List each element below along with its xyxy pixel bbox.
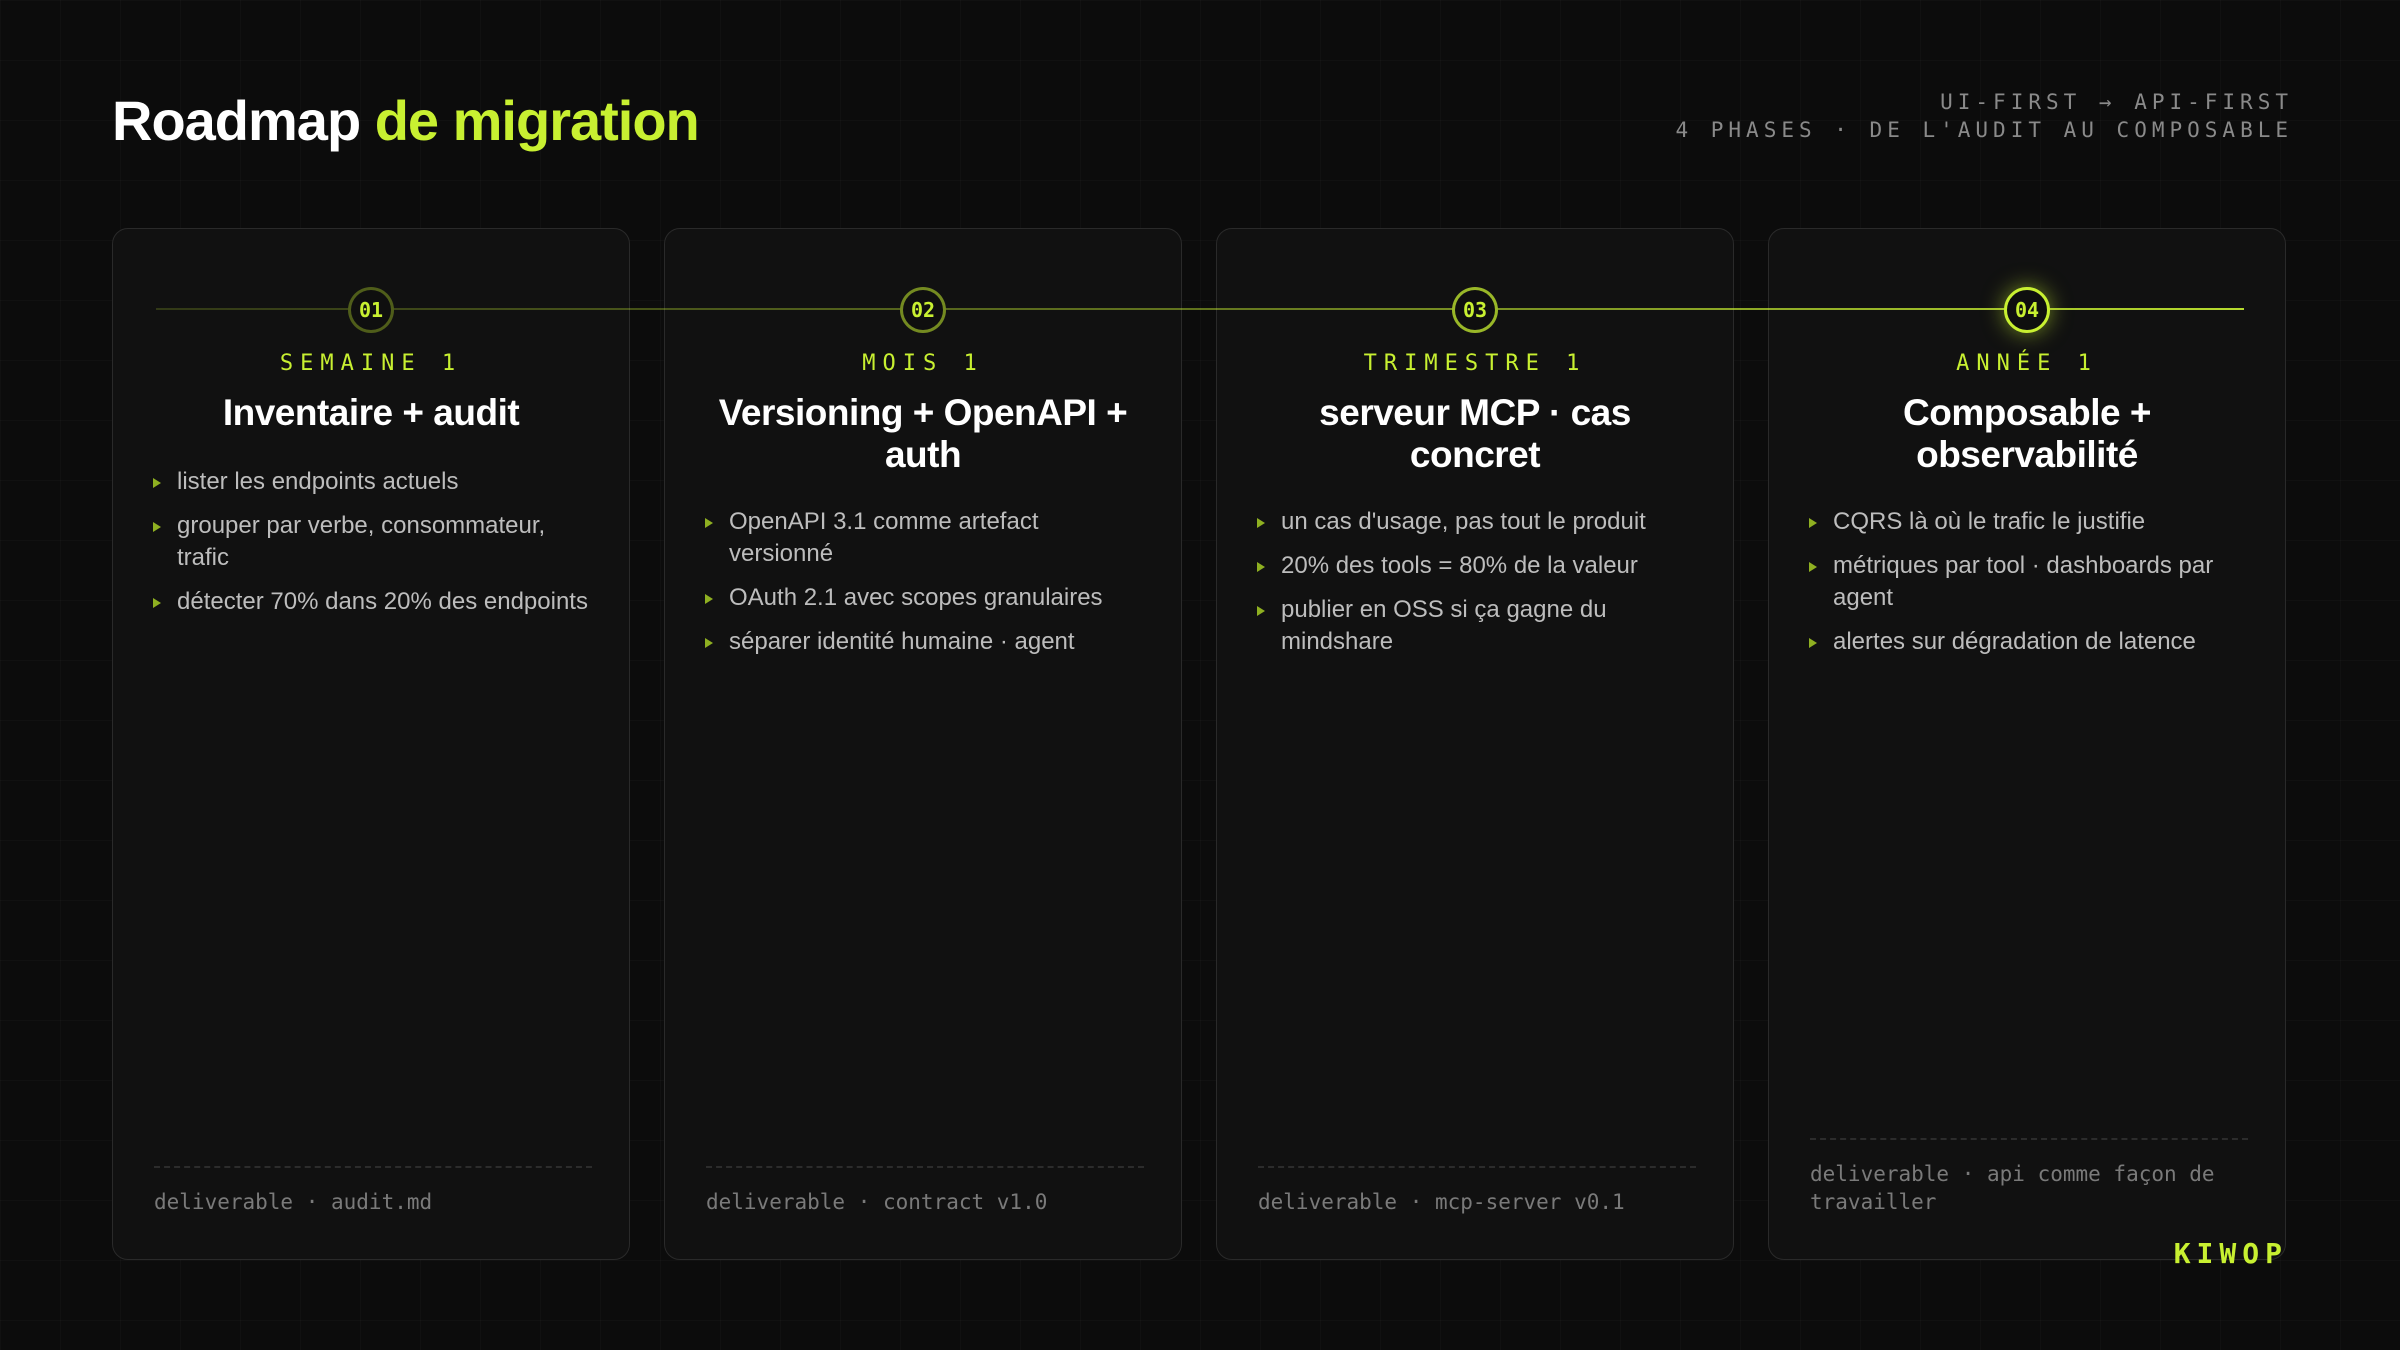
phase-label-4: ANNÉE 1	[1956, 351, 2098, 376]
list-item: lister les endpoints actuels	[152, 466, 592, 498]
list-item: OAuth 2.1 avec scopes granulaires	[704, 582, 1144, 614]
list-item-text: détecter 70% dans 20% des endpoints	[177, 588, 588, 615]
meta-line-2: 4 PHASES · DE L'AUDIT AU COMPOSABLE	[1675, 118, 2293, 142]
list-item-text: lister les endpoints actuels	[177, 468, 459, 495]
list-item-text: un cas d'usage, pas tout le produit	[1281, 508, 1646, 535]
list-item: grouper par verbe, consommateur, trafic	[152, 510, 592, 574]
list-item: séparer identité humaine · agent	[704, 626, 1144, 658]
bullet-icon	[1257, 562, 1265, 572]
phase-number-1: 01	[348, 287, 394, 333]
list-item: OpenAPI 3.1 comme artefact versionné	[704, 506, 1144, 570]
phase-card-2	[664, 228, 1182, 1260]
deliverable-4: deliverable · api comme façon de travail…	[1810, 1162, 2215, 1214]
list-item-text: métriques par tool · dashboards par agen…	[1833, 552, 2214, 611]
bullet-icon	[1257, 518, 1265, 528]
bullet-icon	[153, 522, 161, 532]
brand-logo: KIWOP	[2173, 1237, 2288, 1270]
bullet-icon	[705, 518, 713, 528]
phase-label-2: MOIS 1	[862, 351, 984, 376]
timeline-line	[156, 308, 2244, 310]
phase-card-4	[1768, 228, 2286, 1260]
list-item-text: 20% des tools = 80% de la valeur	[1281, 552, 1638, 579]
page-title: Roadmap de migration	[112, 86, 700, 156]
phase-list-1: lister les endpoints actuels grouper par…	[152, 466, 592, 630]
list-item: métriques par tool · dashboards par agen…	[1808, 550, 2248, 614]
deliverable-3: deliverable · mcp-server v0.1	[1258, 1190, 1625, 1214]
phase-label-3: TRIMESTRE 1	[1363, 351, 1587, 376]
bullet-icon	[1809, 518, 1817, 528]
bullet-icon	[1809, 638, 1817, 648]
divider-3	[1258, 1166, 1696, 1168]
title-part-2: de migration	[374, 89, 700, 152]
bullet-icon	[1809, 562, 1817, 572]
phase-label-1: SEMAINE 1	[279, 351, 463, 376]
list-item-text: séparer identité humaine · agent	[729, 628, 1075, 655]
phase-title-4: Composable + observabilité	[1903, 392, 2151, 475]
phase-number-3: 03	[1452, 287, 1498, 333]
title-part-1: Roadmap	[112, 89, 361, 152]
bullet-icon	[153, 598, 161, 608]
phase-card-3	[1216, 228, 1734, 1260]
phase-number-2: 02	[900, 287, 946, 333]
list-item: détecter 70% dans 20% des endpoints	[152, 586, 592, 618]
phase-list-3: un cas d'usage, pas tout le produit 20% …	[1256, 506, 1696, 670]
phase-card-1	[112, 228, 630, 1260]
list-item-text: grouper par verbe, consommateur, trafic	[177, 512, 546, 571]
list-item-text: alertes sur dégradation de latence	[1833, 628, 2196, 655]
list-item: publier en OSS si ça gagne du mindshare	[1256, 594, 1696, 658]
meta-line-1: UI-FIRST → API-FIRST	[1940, 90, 2293, 114]
list-item-text: publier en OSS si ça gagne du mindshare	[1281, 596, 1607, 655]
phase-number-4: 04	[2004, 287, 2050, 333]
list-item: un cas d'usage, pas tout le produit	[1256, 506, 1696, 538]
header-meta: UI-FIRST → API-FIRST 4 PHASES · DE L'AUD…	[1675, 88, 2288, 144]
bullet-icon	[153, 478, 161, 488]
list-item-text: OAuth 2.1 avec scopes granulaires	[729, 584, 1103, 611]
bullet-icon	[1257, 606, 1265, 616]
list-item-text: CQRS là où le trafic le justifie	[1833, 508, 2146, 535]
deliverable-1: deliverable · audit.md	[154, 1190, 433, 1214]
phase-title-3: serveur MCP · cas concret	[1319, 392, 1631, 475]
phase-title-2: Versioning + OpenAPI + auth	[718, 392, 1128, 475]
deliverable-2: deliverable · contract v1.0	[706, 1190, 1048, 1214]
list-item: alertes sur dégradation de latence	[1808, 626, 2248, 658]
list-item: CQRS là où le trafic le justifie	[1808, 506, 2248, 538]
list-item: 20% des tools = 80% de la valeur	[1256, 550, 1696, 582]
divider-4	[1810, 1138, 2248, 1140]
divider-1	[154, 1166, 592, 1168]
divider-2	[706, 1166, 1144, 1168]
bullet-icon	[705, 594, 713, 604]
phase-title-1: Inventaire + audit	[222, 392, 520, 433]
phase-list-2: OpenAPI 3.1 comme artefact versionné OAu…	[704, 506, 1144, 670]
phase-list-4: CQRS là où le trafic le justifie métriqu…	[1808, 506, 2248, 670]
list-item-text: OpenAPI 3.1 comme artefact versionné	[729, 508, 1039, 567]
bullet-icon	[705, 638, 713, 648]
